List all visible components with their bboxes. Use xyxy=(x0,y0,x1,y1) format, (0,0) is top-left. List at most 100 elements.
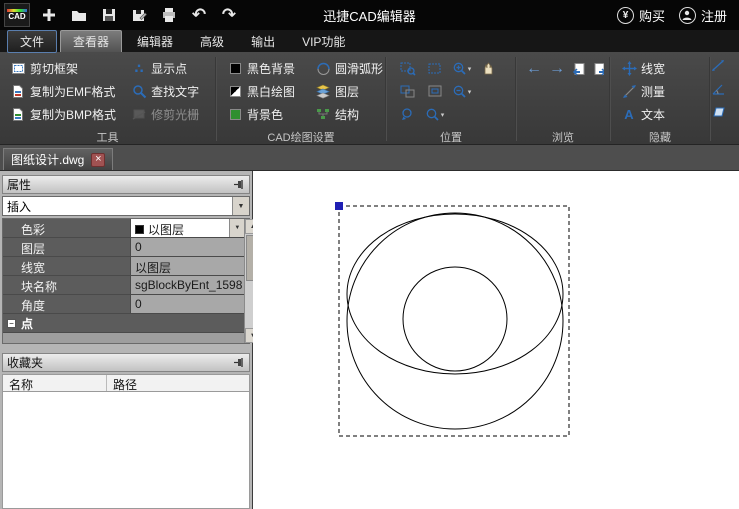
black-background-button[interactable]: 黑色背景 xyxy=(224,57,306,80)
trim-raster-icon xyxy=(131,107,147,123)
text-icon: A xyxy=(621,107,637,123)
save-button[interactable] xyxy=(94,2,124,28)
chevron-down-icon[interactable]: ▼ xyxy=(232,197,249,215)
zoom-window-button[interactable] xyxy=(394,57,421,80)
angle-value-cell[interactable]: 0 xyxy=(131,295,244,313)
zoom-realtime-button[interactable]: ▾ xyxy=(421,103,448,126)
measure-button[interactable]: 测量 xyxy=(618,80,704,103)
zoom-in-icon xyxy=(452,61,467,76)
yen-icon: ¥ xyxy=(617,7,634,24)
person-icon xyxy=(679,7,696,24)
ribbon-group-browse: ← → 浏览 xyxy=(517,54,609,144)
next-view-icon[interactable] xyxy=(592,62,605,77)
property-group-point[interactable]: − 点 xyxy=(3,314,244,333)
pin-icon[interactable] xyxy=(233,357,245,368)
undo-button[interactable]: ↶ xyxy=(184,2,214,28)
tab-close-button[interactable]: × xyxy=(91,153,105,167)
black-background-icon xyxy=(227,61,243,77)
zoom-dynamic-button[interactable] xyxy=(421,57,448,80)
lineweight-button[interactable]: 线宽 xyxy=(618,57,704,80)
menu-vip[interactable]: VIP功能 xyxy=(290,31,357,52)
group-label-tools: 工具 xyxy=(0,129,215,144)
redo-button[interactable]: ↷ xyxy=(214,2,244,28)
blockname-value-cell[interactable]: sgBlockByEnt_1598 xyxy=(131,276,244,294)
copy-bmp-button[interactable]: 复制为BMP格式 xyxy=(7,103,122,126)
new-file-button[interactable] xyxy=(34,2,64,28)
insert-selector[interactable]: 插入 ▼ xyxy=(2,196,250,216)
back-arrow-icon[interactable]: ← xyxy=(526,60,542,78)
menu-output[interactable]: 输出 xyxy=(239,31,287,52)
print-icon xyxy=(160,6,178,24)
layers-button[interactable]: 图层 xyxy=(312,80,380,103)
zoom-object-button[interactable] xyxy=(421,80,448,103)
menu-editor[interactable]: 编辑器 xyxy=(125,31,185,52)
menu-file[interactable]: 文件 xyxy=(7,30,57,53)
favorites-list[interactable] xyxy=(2,392,250,509)
zoom-dynamic-icon xyxy=(427,61,443,76)
favorites-panel-title: 收藏夹 xyxy=(7,354,43,371)
area-tool-button[interactable] xyxy=(711,100,735,123)
show-points-button[interactable]: ∴ 显示点 xyxy=(128,57,210,80)
smooth-arc-button[interactable]: 圆滑弧形 xyxy=(312,57,380,80)
document-tab[interactable]: 图纸设计.dwg × xyxy=(3,148,113,170)
titlebar: CAD ↶ ↷ 迅捷CAD编辑器 ¥ 购买 注册 xyxy=(0,0,739,30)
zoom-realtime-icon xyxy=(425,107,440,122)
new-file-icon xyxy=(40,6,58,24)
text-button[interactable]: A 文本 xyxy=(618,103,704,126)
clip-frame-button[interactable]: 剪切框架 xyxy=(7,57,122,80)
pin-icon[interactable] xyxy=(233,179,245,190)
properties-panel-title: 属性 xyxy=(7,176,31,193)
document-tabbar: 图纸设计.dwg × xyxy=(0,145,739,171)
menu-viewer[interactable]: 查看器 xyxy=(60,30,122,52)
chevron-down-icon[interactable]: ▼ xyxy=(229,219,244,237)
measure-icon xyxy=(621,84,637,100)
buy-label: 购买 xyxy=(639,6,665,25)
layer-value-cell[interactable]: 0 xyxy=(131,238,244,256)
background-color-icon xyxy=(227,107,243,123)
color-value-cell[interactable]: 以图层 ▼ xyxy=(131,219,244,237)
angle-tool-button[interactable] xyxy=(711,77,735,100)
zoom-out-button[interactable]: ▾ xyxy=(448,80,475,103)
background-color-button[interactable]: 背景色 xyxy=(224,103,306,126)
copy-emf-button[interactable]: 复制为EMF格式 xyxy=(7,80,122,103)
save-as-button[interactable] xyxy=(124,2,154,28)
zoom-extents-button[interactable] xyxy=(394,80,421,103)
save-as-icon xyxy=(130,6,148,24)
favorites-column-name[interactable]: 名称 xyxy=(3,375,107,391)
forward-arrow-icon[interactable]: → xyxy=(549,60,565,78)
ribbon: 剪切框架 复制为EMF格式 复制为BMP格式 ∴ xyxy=(0,52,739,145)
menubar: 文件 查看器 编辑器 高级 输出 VIP功能 xyxy=(0,30,739,52)
previous-view-icon[interactable] xyxy=(572,62,585,77)
open-file-button[interactable] xyxy=(64,2,94,28)
bw-drawing-button[interactable]: 黑白绘图 xyxy=(224,80,306,103)
lineweight-value-cell[interactable]: 以图层 xyxy=(131,257,244,275)
drawing-canvas[interactable] xyxy=(253,171,739,509)
position-empty-cell xyxy=(475,80,502,103)
favorites-column-headers: 名称 路径 xyxy=(2,374,250,392)
pan-hand-button[interactable] xyxy=(475,57,502,80)
register-button[interactable]: 注册 xyxy=(679,6,727,25)
group-label-draw-settings: CAD绘图设置 xyxy=(217,129,385,144)
area-icon xyxy=(711,104,726,119)
properties-panel-header: 属性 xyxy=(2,175,250,194)
clip-frame-icon xyxy=(10,61,26,77)
zoom-in-button[interactable]: ▾ xyxy=(448,57,475,80)
menu-advanced[interactable]: 高级 xyxy=(188,31,236,52)
distance-tool-button[interactable] xyxy=(711,54,735,77)
left-panel: 属性 插入 ▼ 色彩 以图层 ▼ 图层 0 xyxy=(0,171,253,509)
find-text-button[interactable]: 查找文字 xyxy=(128,80,210,103)
structure-button[interactable]: 结构 xyxy=(312,103,380,126)
window-title: 迅捷CAD编辑器 xyxy=(323,6,415,25)
ribbon-group-position: ▾ ▾ xyxy=(387,54,515,144)
structure-tree-icon xyxy=(315,107,331,123)
collapse-icon[interactable]: − xyxy=(7,319,16,328)
emf-file-icon xyxy=(10,84,26,100)
print-button[interactable] xyxy=(154,2,184,28)
zoom-object-icon xyxy=(427,84,443,99)
favorites-panel-header: 收藏夹 xyxy=(2,353,250,372)
favorites-column-path[interactable]: 路径 xyxy=(107,375,249,391)
zoom-previous-button[interactable] xyxy=(394,103,421,126)
buy-button[interactable]: ¥ 购买 xyxy=(617,6,665,25)
group-label-hide: 隐藏 xyxy=(611,129,709,144)
chevron-down-icon: ▾ xyxy=(441,111,445,119)
